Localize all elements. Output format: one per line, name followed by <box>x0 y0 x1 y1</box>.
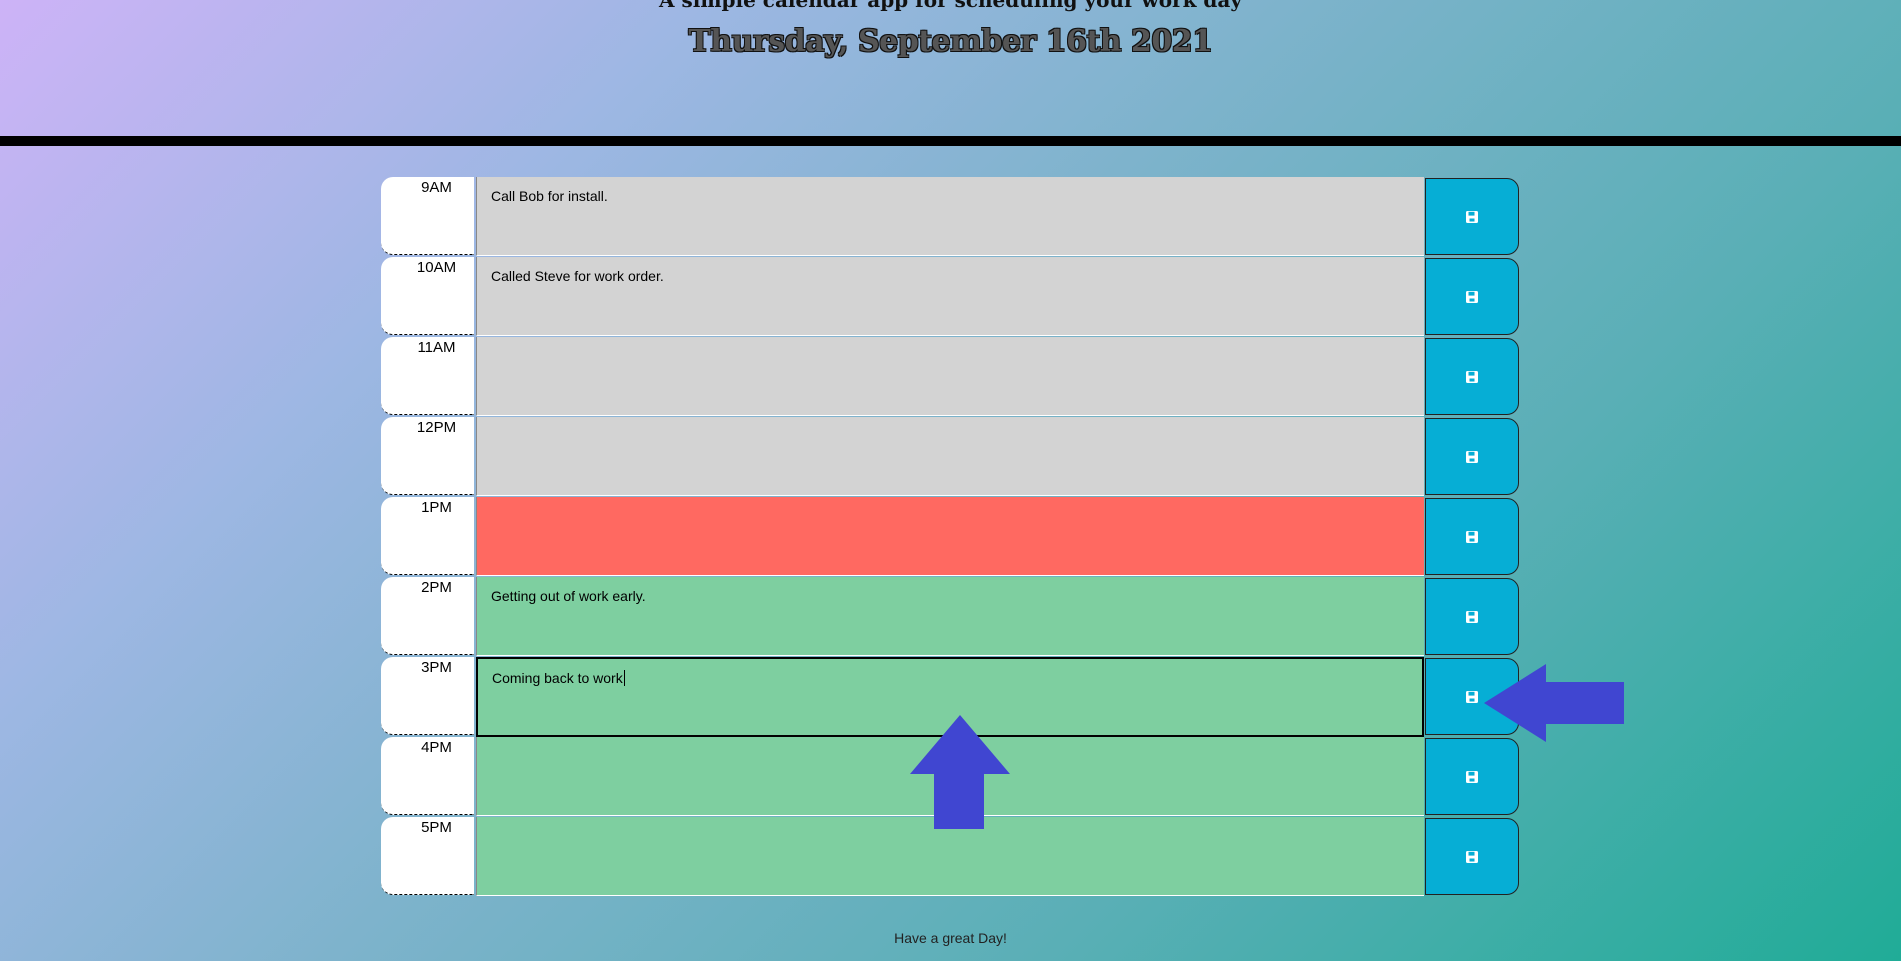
save-icon <box>1466 850 1478 863</box>
save-icon <box>1466 770 1478 783</box>
save-icon <box>1466 210 1478 223</box>
save-button[interactable] <box>1425 418 1519 495</box>
event-textarea[interactable]: Called Steve for work order. <box>476 257 1424 336</box>
hour-label-text: 9AM <box>421 179 452 196</box>
hour-label-text: 3PM <box>421 659 452 676</box>
header-lead: A simple calendar app for scheduling you… <box>659 0 1242 12</box>
save-button[interactable] <box>1425 578 1519 655</box>
time-block-2pm: 2PM Getting out of work early. <box>381 577 1521 657</box>
hour-label-text: 1PM <box>421 499 452 516</box>
hour-label-text: 10AM <box>416 259 457 276</box>
time-block-12pm: 12PM <box>381 417 1521 497</box>
hour-label: 3PM <box>381 657 474 735</box>
save-button[interactable] <box>1425 338 1519 415</box>
hour-label: 9AM <box>381 177 474 255</box>
hour-label-text: 2PM <box>421 579 452 596</box>
save-icon <box>1466 530 1478 543</box>
hour-label: 1PM <box>381 497 474 575</box>
hour-label: 12PM <box>381 417 474 495</box>
save-button[interactable] <box>1425 258 1519 335</box>
time-block-9am: 9AM Call Bob for install. <box>381 177 1521 257</box>
save-icon <box>1466 690 1478 703</box>
hour-label: 4PM <box>381 737 474 815</box>
save-button[interactable] <box>1425 498 1519 575</box>
event-textarea[interactable]: Getting out of work early. <box>476 577 1424 656</box>
save-icon <box>1466 610 1478 623</box>
save-icon <box>1466 450 1478 463</box>
text-caret <box>623 670 625 686</box>
save-icon <box>1466 370 1478 383</box>
up-arrow-icon <box>910 715 1010 829</box>
hour-label: 10AM <box>381 257 474 335</box>
footer-message: Have a great Day! <box>894 930 1007 946</box>
save-button[interactable] <box>1425 178 1519 255</box>
time-block-10am: 10AM Called Steve for work order. <box>381 257 1521 337</box>
current-day: Thursday, September 16th 2021 <box>688 24 1213 59</box>
save-button[interactable] <box>1425 818 1519 895</box>
header-divider <box>0 136 1901 146</box>
event-textarea[interactable]: Call Bob for install. <box>476 177 1424 256</box>
event-textarea[interactable] <box>476 497 1424 576</box>
time-block-11am: 11AM <box>381 337 1521 417</box>
hour-label-text: 11AM <box>417 339 456 356</box>
event-textarea[interactable] <box>476 337 1424 416</box>
hour-label-text: 12PM <box>416 419 457 436</box>
event-text: Coming back to work <box>492 670 623 686</box>
hour-label: 5PM <box>381 817 474 895</box>
save-icon <box>1466 290 1478 303</box>
time-block-1pm: 1PM <box>381 497 1521 577</box>
hour-label-text: 5PM <box>421 819 452 836</box>
save-button[interactable] <box>1425 738 1519 815</box>
hour-label-text: 4PM <box>421 739 452 756</box>
page-header: A simple calendar app for scheduling you… <box>0 0 1901 136</box>
hour-label: 11AM <box>381 337 474 415</box>
hour-label: 2PM <box>381 577 474 655</box>
left-arrow-icon <box>1484 664 1624 742</box>
event-textarea[interactable] <box>476 417 1424 496</box>
